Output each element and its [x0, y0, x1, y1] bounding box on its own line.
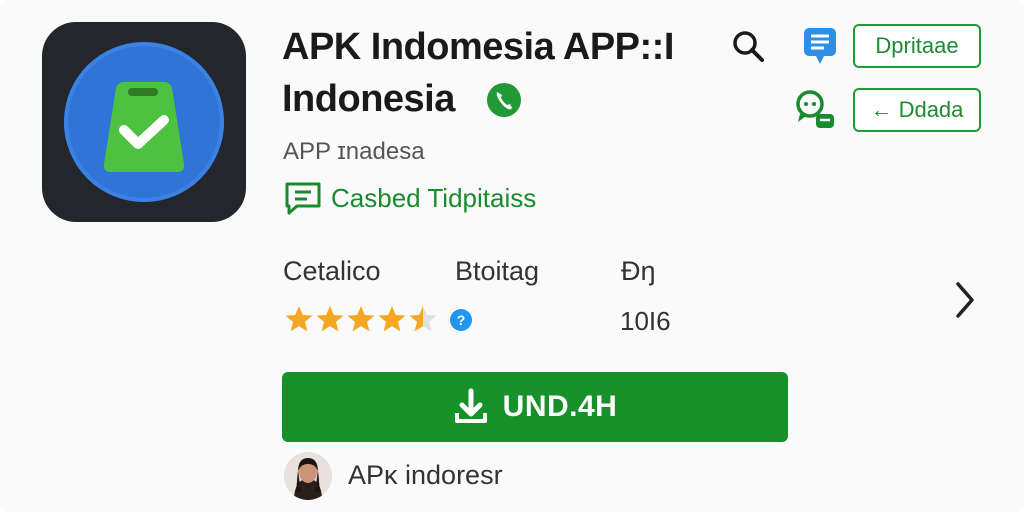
info-icon[interactable]: ? — [450, 309, 472, 331]
developer-name[interactable]: APP ɪnadesa — [283, 138, 425, 166]
star-icon — [347, 306, 375, 332]
category-tag-label: Casbed Tidpitaiss — [331, 182, 537, 213]
stat-value-3: 10I6 — [620, 306, 671, 336]
star-icon — [285, 306, 313, 332]
stat-label-3: Đŋ — [621, 256, 656, 286]
star-icon — [378, 306, 406, 332]
update-button-label: Dpritaae — [875, 33, 959, 58]
install-button[interactable]: UND.4H — [282, 372, 788, 442]
app-detail-card: APK Indomesia APP::I Indonesia APP ɪnade… — [0, 0, 1024, 512]
verified-phone-icon — [487, 83, 521, 117]
category-tag[interactable]: Casbed Tidpitaiss — [283, 180, 536, 216]
download-data-button[interactable]: ← Ddada — [853, 88, 981, 132]
rating-stars — [284, 304, 438, 334]
star-icon — [316, 306, 344, 332]
download-data-label: Ddada — [898, 97, 964, 122]
search-icon[interactable] — [730, 28, 766, 64]
update-button[interactable]: Dpritaae — [853, 24, 981, 68]
app-title: APK Indomesia APP::I — [282, 26, 674, 68]
message-icon[interactable] — [802, 24, 838, 68]
download-icon — [454, 388, 487, 423]
group-chat-icon[interactable] — [794, 88, 838, 134]
info-glyph: ? — [456, 312, 466, 328]
chevron-right-icon[interactable] — [946, 278, 982, 322]
install-button-label: UND.4H — [502, 390, 618, 423]
avatar[interactable] — [284, 452, 332, 500]
star-half-icon — [409, 306, 437, 332]
app-logo-icon — [42, 22, 246, 222]
chat-bubble-icon — [285, 182, 321, 215]
app-title-line2: Indonesia — [282, 78, 455, 120]
footer-publisher-name[interactable]: APĸ indoresr — [348, 460, 503, 491]
stat-label-2: Btoitag — [455, 256, 540, 286]
stat-label-1: Cetalico — [283, 256, 381, 286]
arrow-left-icon: ← — [870, 97, 893, 122]
